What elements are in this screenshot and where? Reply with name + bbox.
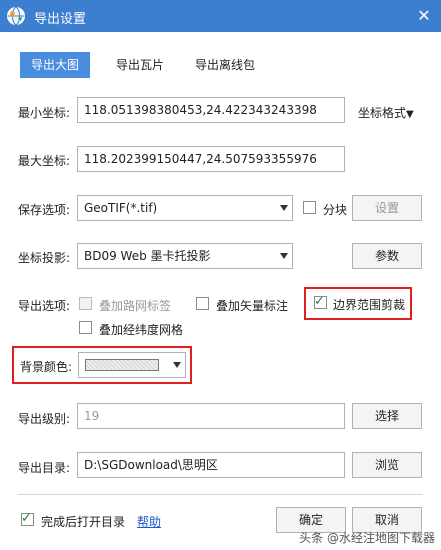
save-format-select[interactable]: GeoTIF(*.tif) — [77, 195, 293, 221]
boundary-clip-label: 边界范围剪裁 — [333, 298, 406, 312]
projection-label: 坐标投影: — [18, 251, 71, 265]
open-dir-label: 完成后打开目录 — [41, 515, 126, 529]
open-dir-checkbox[interactable]: ✓ — [21, 511, 34, 526]
save-format-value: GeoTIF(*.tif) — [84, 201, 158, 215]
boundary-clip-checkbox[interactable]: ✓ — [314, 294, 327, 309]
export-options-label: 导出选项: — [18, 299, 71, 313]
close-button[interactable]: ✕ — [411, 4, 437, 28]
vector-labels-label: 叠加矢量标注 — [216, 299, 289, 313]
params-button[interactable]: 参数 — [352, 243, 422, 269]
close-icon: ✕ — [417, 6, 431, 25]
chevron-down-icon — [280, 205, 288, 211]
tile-checkbox[interactable] — [303, 201, 316, 214]
title-bar: 导出设置 ✕ — [0, 0, 441, 32]
tab-export-tiles[interactable]: 导出瓦片 — [104, 52, 176, 78]
export-level-label: 导出级别: — [18, 412, 71, 426]
coord-format-menu[interactable]: 坐标格式▼ — [358, 104, 414, 121]
projection-value: BD09 Web 墨卡托投影 — [84, 249, 211, 263]
browse-button[interactable]: 浏览 — [352, 452, 422, 478]
footer-divider — [18, 494, 423, 495]
projection-select[interactable]: BD09 Web 墨卡托投影 — [77, 243, 293, 269]
background-color-label: 背景颜色: — [20, 360, 73, 374]
background-color-select[interactable] — [78, 352, 186, 378]
settings-button[interactable]: 设置 — [352, 195, 422, 221]
export-level-input[interactable]: 19 — [77, 403, 345, 429]
tile-label: 分块 — [323, 203, 348, 217]
coord-format-label: 坐标格式 — [358, 106, 407, 120]
chevron-down-icon — [280, 253, 288, 259]
export-dir-label: 导出目录: — [18, 461, 71, 475]
tab-export-offline[interactable]: 导出离线包 — [186, 52, 264, 78]
color-swatch — [85, 359, 159, 371]
max-coord-label: 最大坐标: — [18, 154, 71, 168]
save-option-label: 保存选项: — [18, 203, 71, 217]
select-level-button[interactable]: 选择 — [352, 403, 422, 429]
help-link[interactable]: 帮助 — [137, 513, 161, 530]
road-labels-label: 叠加路网标签 — [99, 299, 172, 313]
min-coord-label: 最小坐标: — [18, 106, 71, 120]
globe-icon — [7, 7, 25, 25]
max-coord-input[interactable]: 118.202399150447,24.507593355976 — [77, 146, 345, 172]
min-coord-input[interactable]: 118.051398380453,24.422343243398 — [77, 97, 345, 123]
road-labels-checkbox[interactable] — [79, 297, 92, 310]
vector-labels-checkbox[interactable] — [196, 297, 209, 310]
window-title: 导出设置 — [34, 12, 87, 27]
checkmark-icon: ✓ — [314, 294, 325, 309]
graticule-label: 叠加经纬度网格 — [99, 323, 184, 337]
tab-export-image[interactable]: 导出大图 — [20, 52, 90, 78]
dropdown-arrow-icon: ▼ — [406, 109, 414, 120]
graticule-checkbox[interactable] — [79, 321, 92, 334]
chevron-down-icon — [173, 362, 181, 368]
watermark: 头条 @水经注地图下载器 — [299, 531, 435, 545]
checkmark-icon: ✓ — [21, 511, 32, 526]
export-dir-input[interactable]: D:\SGDownload\思明区 — [77, 452, 345, 478]
